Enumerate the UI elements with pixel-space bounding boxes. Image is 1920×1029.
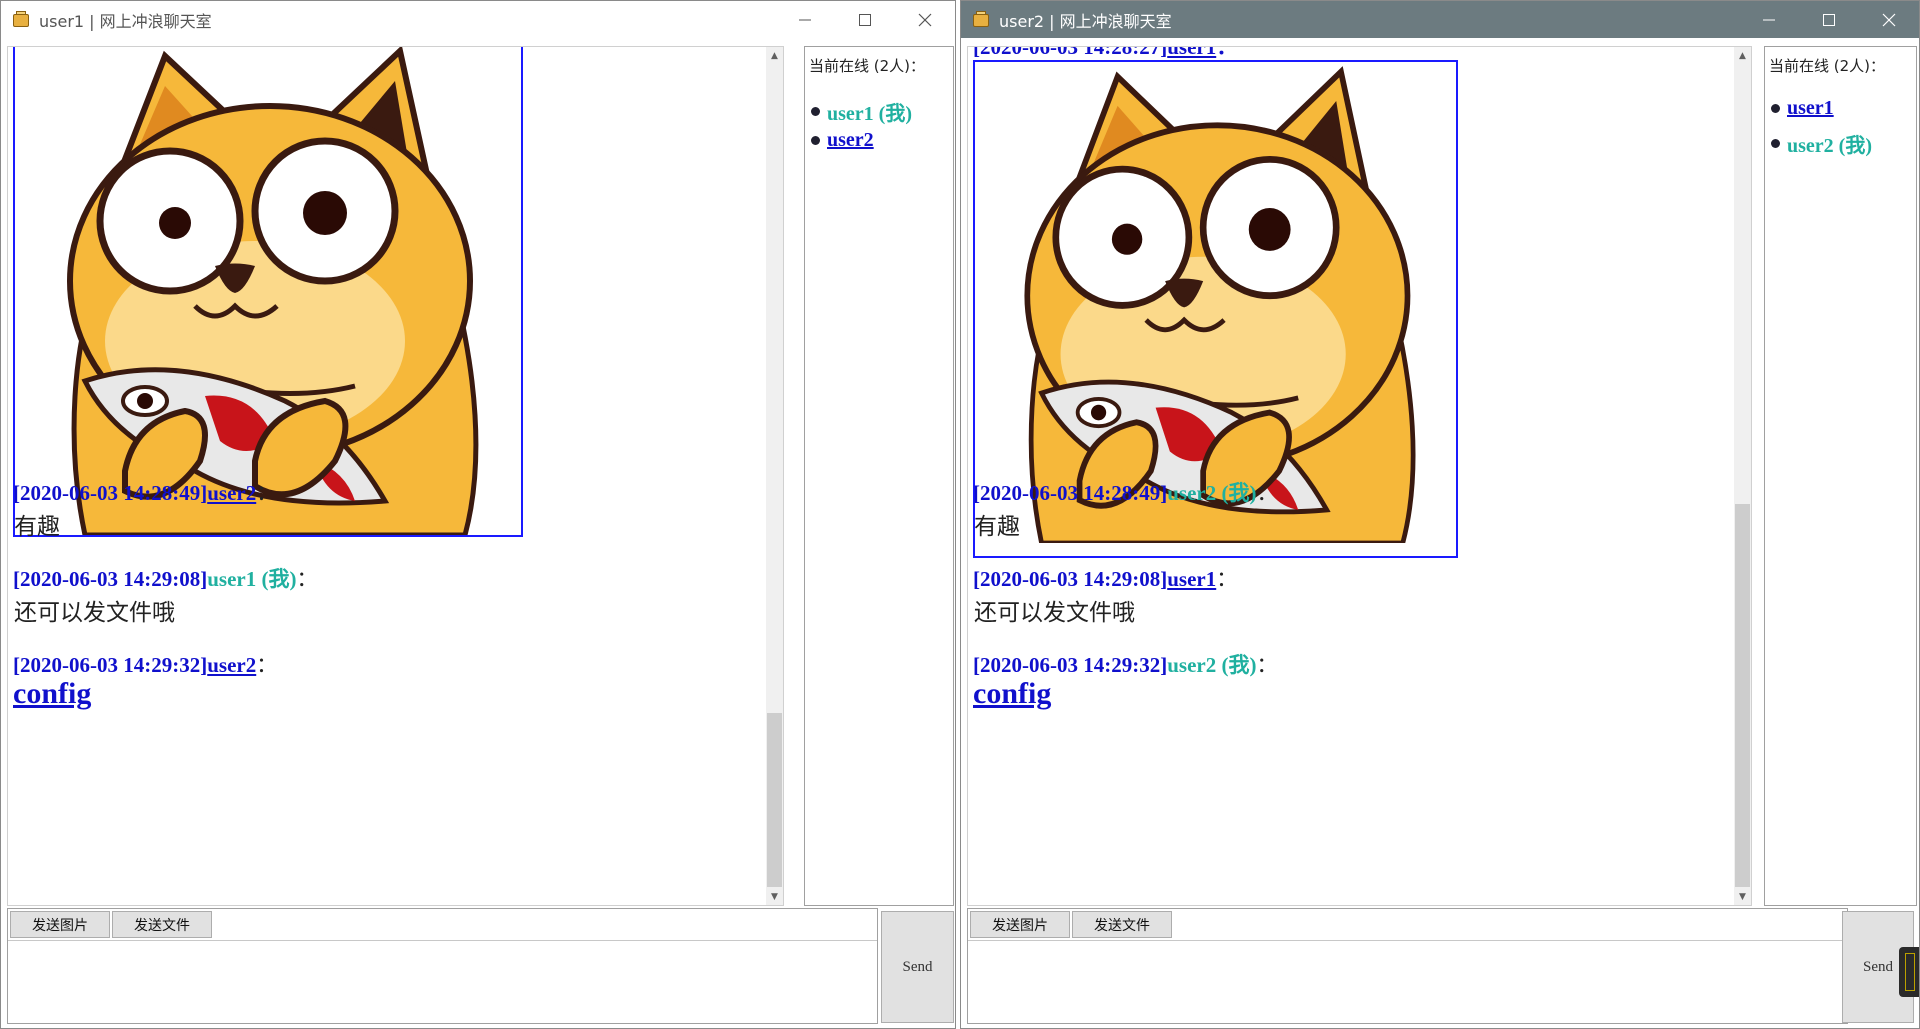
send-file-button[interactable]: 发送文件 bbox=[1072, 911, 1172, 938]
chat-app-icon bbox=[971, 10, 991, 29]
online-user-link[interactable]: user1 bbox=[1787, 97, 1834, 120]
online-users-panel: 当前在线 (2人)： user1 user2 (我) bbox=[1764, 46, 1917, 906]
message-text: 还可以发文件哦 bbox=[14, 600, 175, 626]
maximize-button[interactable] bbox=[1799, 1, 1859, 38]
chat-history[interactable]: [2020-06-03 14:28:49]user2： 有趣 [2020-06-… bbox=[7, 46, 784, 906]
divider bbox=[8, 940, 877, 941]
maximize-icon bbox=[1823, 13, 1835, 26]
close-button[interactable] bbox=[895, 1, 955, 38]
chevron-down-icon[interactable]: ▼ bbox=[766, 888, 783, 905]
title-bar[interactable]: user2 | 网上冲浪聊天室 bbox=[961, 1, 1919, 38]
send-image-button[interactable]: 发送图片 bbox=[10, 911, 110, 938]
online-user-item: user1 bbox=[1771, 97, 1834, 120]
divider bbox=[968, 940, 1847, 941]
message-header: [2020-06-03 14:29:32]user2： bbox=[13, 653, 278, 677]
image-message[interactable] bbox=[13, 47, 523, 537]
bullet-icon bbox=[811, 107, 820, 116]
chat-window-user1: user1 | 网上冲浪聊天室 [2020-06-03 14:28:49]use… bbox=[0, 0, 956, 1029]
file-link[interactable]: config bbox=[973, 677, 1051, 711]
message-timestamp: [2020-06-03 14:29:32] bbox=[13, 653, 208, 677]
cat-holding-fish-sticker bbox=[975, 62, 1456, 543]
online-user-self: user2 (我) bbox=[1787, 135, 1872, 157]
send-image-button[interactable]: 发送图片 bbox=[970, 911, 1070, 938]
message-header: [2020-06-03 14:28:49]user2 (我)： bbox=[973, 481, 1278, 505]
window-title: user2 | 网上冲浪聊天室 bbox=[999, 11, 1172, 31]
send-button[interactable]: Send bbox=[881, 911, 954, 1023]
sender-self: user2 bbox=[1167, 653, 1217, 677]
chat-scrollbar[interactable]: ▲ ▼ bbox=[1734, 47, 1751, 905]
minimize-button[interactable] bbox=[775, 1, 835, 38]
window-title: user1 | 网上冲浪聊天室 bbox=[39, 11, 212, 31]
online-count-label: 当前在线 (2人)： bbox=[809, 57, 926, 75]
sender-link[interactable]: user1 bbox=[1167, 47, 1216, 59]
close-icon bbox=[918, 13, 932, 26]
message-header: [2020-06-03 14:29:08]user1 (我)： bbox=[13, 567, 318, 591]
message-timestamp: [2020-06-03 14:28:49] bbox=[13, 481, 208, 505]
message-timestamp: [2020-06-03 14:29:32] bbox=[973, 653, 1168, 677]
message-timestamp: [2020-06-03 14:29:08] bbox=[13, 567, 208, 591]
online-user-self: user1 (我) bbox=[827, 103, 912, 125]
online-count-label: 当前在线 (2人)： bbox=[1769, 57, 1886, 75]
bullet-icon bbox=[1771, 104, 1780, 113]
bullet-icon bbox=[1771, 139, 1780, 148]
online-users-panel: 当前在线 (2人)： user1 (我) user2 bbox=[804, 46, 954, 906]
message-header: [2020-06-03 14:28:49]user2： bbox=[13, 481, 278, 505]
message-header-clipped: [2020-06-03 14:28:27]user1： bbox=[973, 46, 1237, 61]
title-bar[interactable]: user1 | 网上冲浪聊天室 bbox=[1, 1, 955, 38]
file-link[interactable]: config bbox=[13, 677, 91, 711]
message-timestamp: [2020-06-03 14:28:27] bbox=[973, 46, 1168, 59]
message-timestamp: [2020-06-03 14:29:08] bbox=[973, 567, 1168, 591]
chat-scrollbar[interactable]: ▲ ▼ bbox=[766, 47, 783, 905]
message-text: 还可以发文件哦 bbox=[974, 600, 1135, 626]
bullet-icon bbox=[811, 136, 820, 145]
message-header: [2020-06-03 14:29:32]user2 (我)： bbox=[973, 653, 1278, 677]
message-text: 有趣 bbox=[974, 514, 1020, 540]
minimize-icon bbox=[1763, 19, 1775, 20]
sender-self: user1 bbox=[207, 567, 257, 591]
message-header: [2020-06-03 14:29:08]user1： bbox=[973, 567, 1238, 591]
online-user-item: user2 bbox=[811, 129, 874, 152]
message-timestamp: [2020-06-03 14:28:49] bbox=[973, 481, 1168, 505]
minimize-icon bbox=[799, 19, 811, 20]
side-tab-handle[interactable] bbox=[1899, 947, 1919, 997]
minimize-button[interactable] bbox=[1739, 1, 1799, 38]
message-text: 有趣 bbox=[14, 514, 60, 540]
send-file-button[interactable]: 发送文件 bbox=[112, 911, 212, 938]
chevron-up-icon[interactable]: ▲ bbox=[766, 47, 783, 64]
online-user-item: user2 (我) bbox=[1771, 129, 1872, 158]
close-icon bbox=[1882, 13, 1896, 26]
chat-app-icon bbox=[11, 10, 31, 29]
chevron-down-icon[interactable]: ▼ bbox=[1734, 888, 1751, 905]
chat-history[interactable]: [2020-06-03 14:28:27]user1： [2020-06-03 … bbox=[967, 46, 1752, 906]
sender-link[interactable]: user1 bbox=[1167, 567, 1216, 591]
cat-holding-fish-sticker bbox=[15, 47, 521, 535]
chevron-up-icon[interactable]: ▲ bbox=[1734, 47, 1751, 64]
sender-link[interactable]: user2 bbox=[207, 653, 256, 677]
sender-self: user2 bbox=[1167, 481, 1217, 505]
online-user-item: user1 (我) bbox=[811, 97, 912, 126]
scroll-thumb[interactable] bbox=[767, 713, 782, 887]
maximize-icon bbox=[859, 13, 871, 26]
close-button[interactable] bbox=[1859, 1, 1919, 38]
sender-link[interactable]: user2 bbox=[207, 481, 256, 505]
maximize-button[interactable] bbox=[835, 1, 895, 38]
online-user-link[interactable]: user2 bbox=[827, 129, 874, 152]
chat-window-user2: user2 | 网上冲浪聊天室 [2020-06-03 14:28:27]use… bbox=[960, 0, 1920, 1029]
message-composer: 发送图片 发送文件 bbox=[967, 908, 1848, 1024]
message-composer: 发送图片 发送文件 bbox=[7, 908, 878, 1024]
scroll-thumb[interactable] bbox=[1735, 504, 1750, 887]
